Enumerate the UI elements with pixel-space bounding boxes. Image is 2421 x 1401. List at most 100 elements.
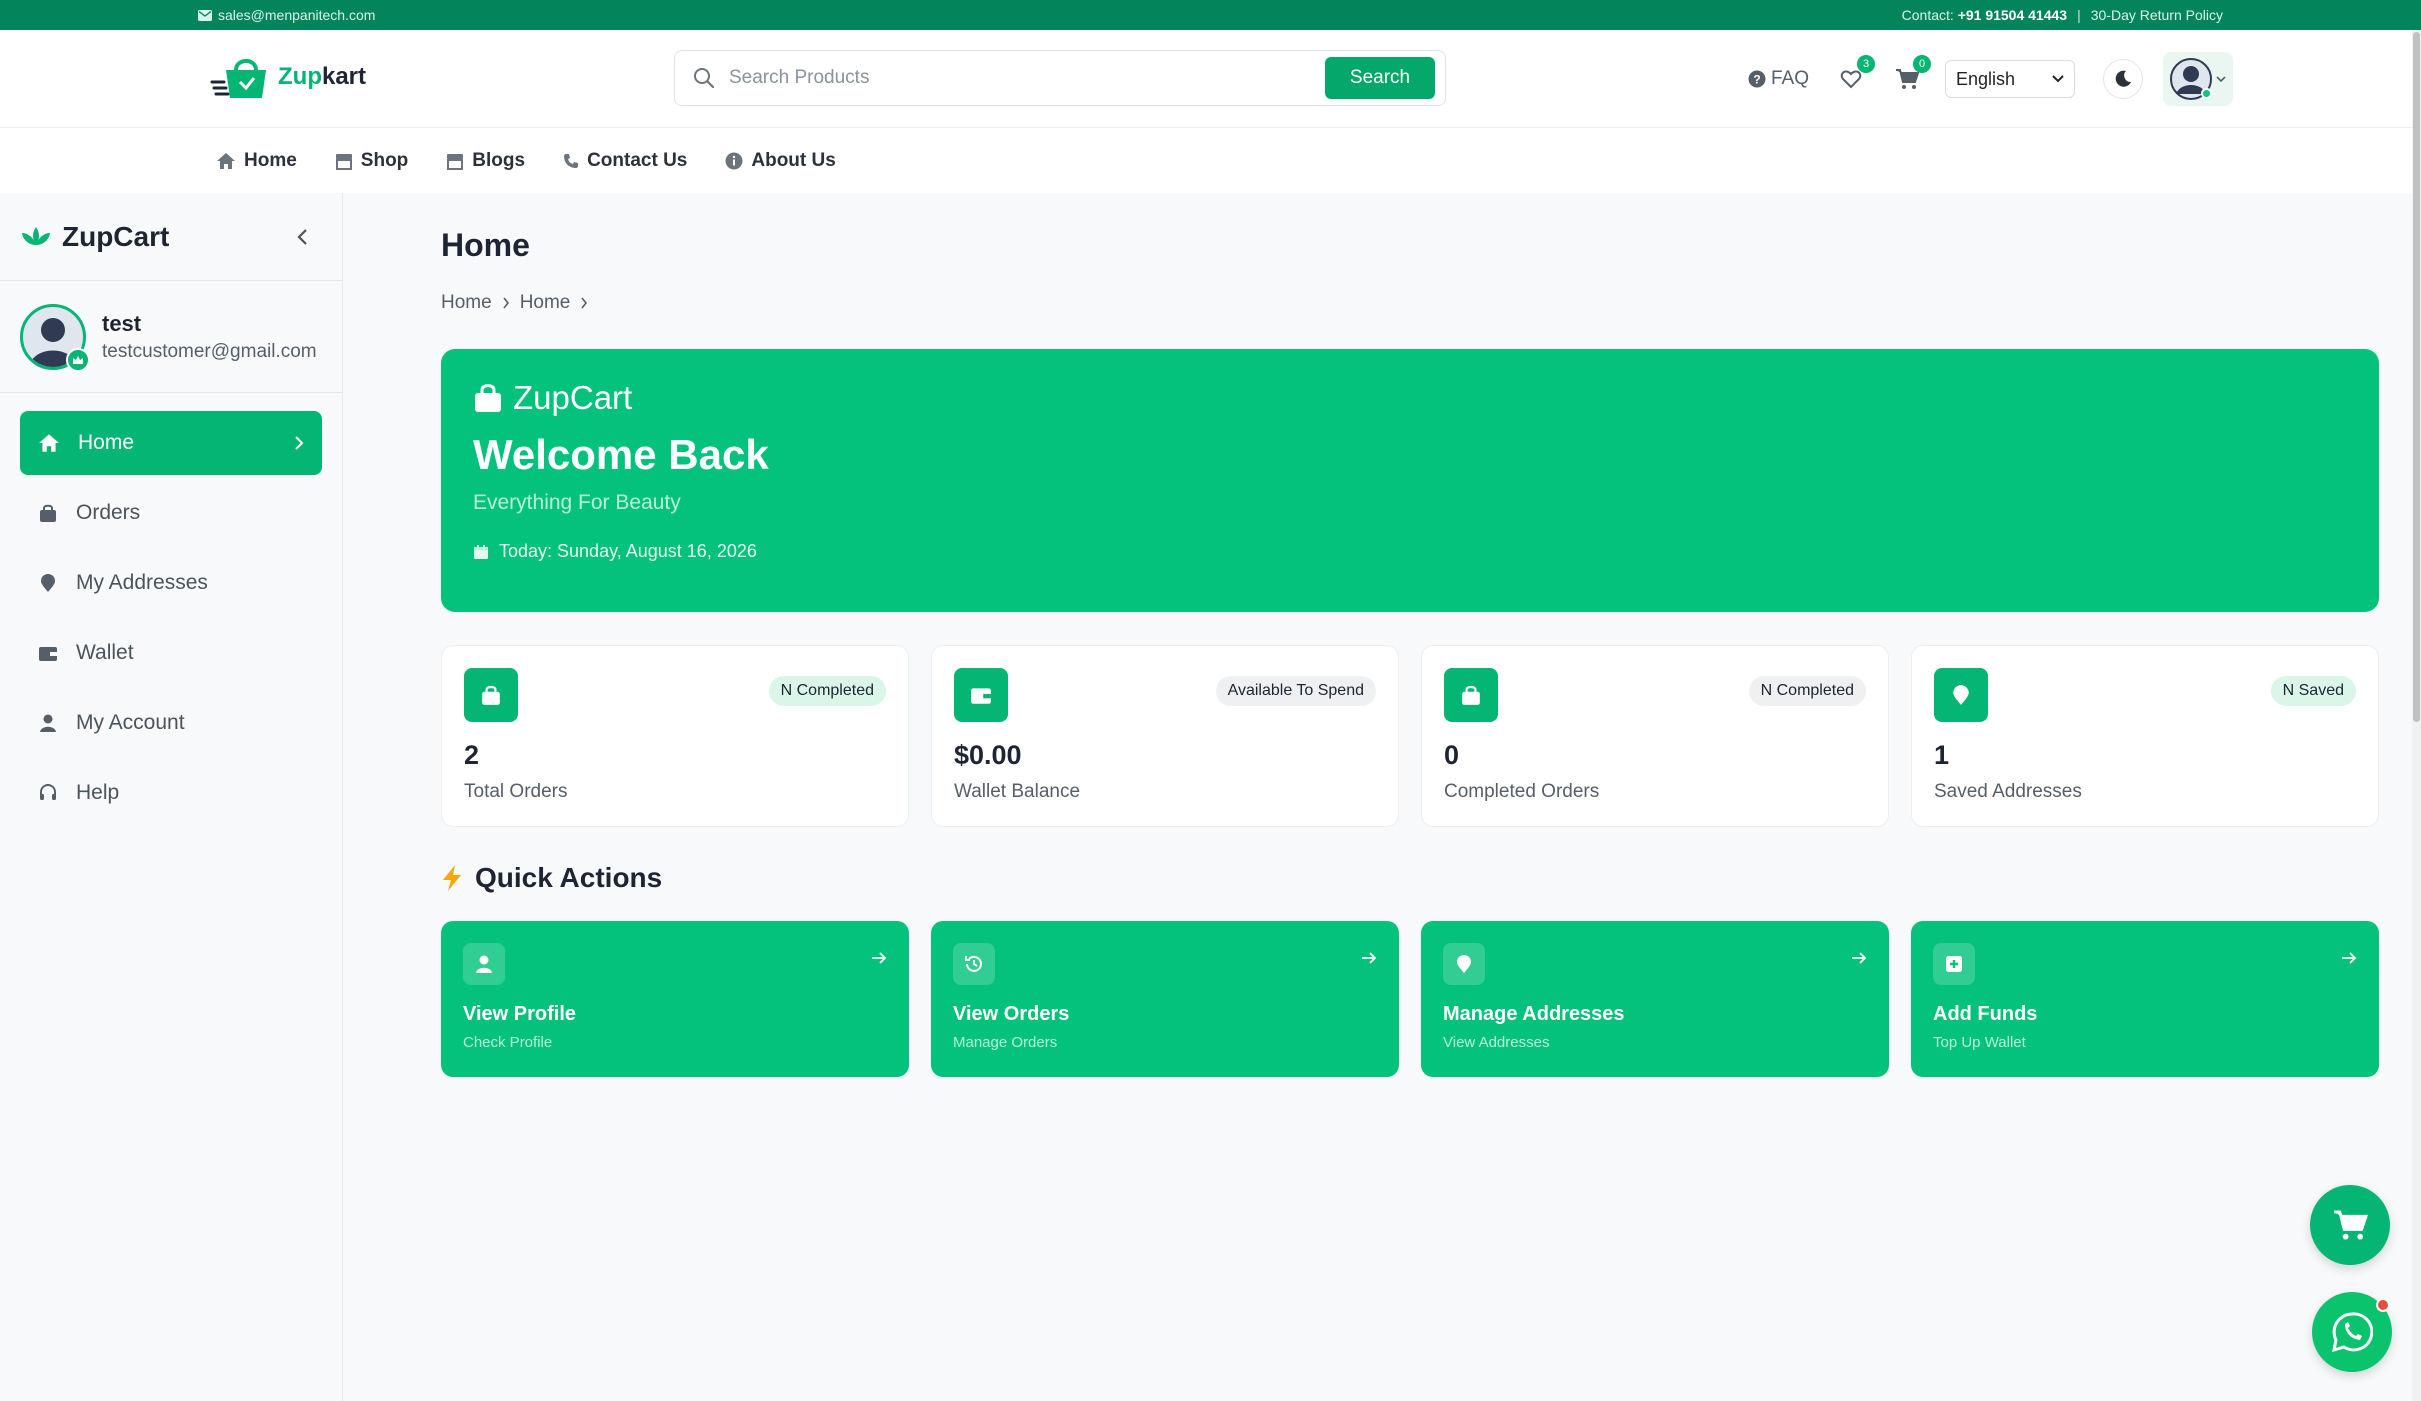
map-pin-icon (1443, 943, 1485, 985)
shopping-bag-logo-icon (210, 59, 266, 98)
topbar-separator: | (2077, 7, 2081, 23)
search-input[interactable] (729, 67, 1325, 89)
online-status-dot (2201, 88, 2213, 99)
nav-item-contact[interactable]: Contact Us (563, 150, 687, 172)
faq-link[interactable]: ? FAQ (1748, 68, 1809, 90)
welcome-banner: ZupCart Welcome Back Everything For Beau… (441, 349, 2379, 612)
sidebar-item-account[interactable]: My Account (20, 691, 322, 755)
topbar-email[interactable]: sales@menpanitech.com (198, 7, 375, 23)
status-badge: N Completed (768, 676, 886, 706)
banner-brand: ZupCart (473, 379, 2347, 417)
breadcrumb: Home Home (441, 292, 588, 314)
sidebar-brand: ZupCart (0, 193, 342, 281)
nav-item-shop[interactable]: Shop (335, 150, 408, 172)
sidebar-item-label: My Addresses (76, 571, 208, 594)
wallet-icon (954, 668, 1008, 722)
scrollbar-thumb[interactable] (2413, 32, 2420, 722)
blog-icon (447, 153, 464, 170)
sidebar-item-orders[interactable]: Orders (20, 481, 322, 545)
sidebar-item-help[interactable]: Help (20, 761, 322, 825)
cart-icon (1896, 69, 1920, 89)
question-circle-icon: ? (1748, 70, 1766, 88)
language-select[interactable]: English (1945, 60, 2076, 98)
user-email: testcustomer@gmail.com (102, 340, 317, 362)
info-icon (725, 152, 743, 169)
chevron-right-icon (503, 297, 509, 309)
breadcrumb-item[interactable]: Home (520, 292, 571, 314)
sidebar-item-label: Orders (76, 501, 141, 524)
user-name: test (102, 310, 142, 336)
chevron-down-icon (2052, 75, 2064, 83)
chevron-right-icon (581, 297, 588, 309)
language-value: English (1956, 68, 2016, 89)
page-scrollbar[interactable] (2412, 30, 2421, 1401)
breadcrumb-item[interactable]: Home (441, 292, 492, 314)
user-menu-button[interactable] (2163, 52, 2234, 106)
stat-card-saved-addresses[interactable]: N Saved 1 Saved Addresses (1911, 645, 2379, 827)
moon-icon (2115, 70, 2132, 87)
search-icon (694, 68, 715, 89)
sidebar-item-wallet[interactable]: Wallet (20, 621, 322, 685)
cart-icon (2334, 1210, 2368, 1240)
nav-item-about[interactable]: About Us (725, 150, 836, 172)
sidebar-menu: Home Orders My Addresses Wallet My Accou… (0, 393, 342, 849)
stat-value: $0.00 (954, 740, 1022, 770)
stat-card-total-orders[interactable]: N Completed 2 Total Orders (441, 645, 909, 827)
sidebar-item-label: Home (78, 431, 135, 454)
wishlist-count-badge: 3 (1857, 55, 1876, 73)
quick-action-subtitle: Manage Orders (953, 1034, 1058, 1051)
sidebar-item-addresses[interactable]: My Addresses (20, 551, 322, 615)
home-icon (39, 434, 59, 452)
theme-toggle-button[interactable] (2103, 59, 2144, 99)
chevron-right-icon (295, 436, 304, 450)
nav-item-home[interactable]: Home (216, 150, 297, 172)
topbar-return-policy[interactable]: 30-Day Return Policy (2091, 7, 2223, 23)
quick-action-view-orders[interactable]: View Orders Manage Orders (931, 921, 1399, 1077)
today-date: Today: Sunday, August 16, 2026 (473, 541, 2347, 562)
faq-label: FAQ (1771, 68, 1810, 89)
logo-text: Zupkart (278, 63, 367, 90)
calendar-icon (474, 544, 488, 559)
wallet-icon (39, 647, 57, 661)
nav-item-blogs[interactable]: Blogs (446, 150, 525, 172)
bag-icon (464, 668, 518, 722)
arrow-right-icon (1362, 952, 1377, 964)
quick-action-add-funds[interactable]: Add Funds Top Up Wallet (1911, 921, 2379, 1077)
site-logo[interactable]: Zupkart (210, 52, 366, 102)
cart-button[interactable]: 0 (1889, 55, 1932, 97)
stat-card-completed-orders[interactable]: N Completed 0 Completed Orders (1421, 645, 1889, 827)
chevron-left-icon[interactable] (296, 228, 308, 246)
whatsapp-icon (2332, 1312, 2373, 1353)
sidebar-brand-name: ZupCart (62, 220, 170, 252)
stat-label: Wallet Balance (954, 781, 1081, 802)
sidebar: ZupCart test testcustomer@gmail.com Home (0, 193, 343, 1401)
quick-action-title: Add Funds (1933, 1003, 2038, 1025)
store-icon (335, 153, 352, 170)
quick-action-subtitle: View Addresses (1443, 1034, 1550, 1051)
whatsapp-chat-button[interactable] (2312, 1292, 2392, 1372)
quick-action-view-profile[interactable]: View Profile Check Profile (441, 921, 909, 1077)
user-icon (463, 943, 505, 985)
quick-action-title: View Orders (953, 1003, 1070, 1025)
stat-label: Saved Addresses (1934, 781, 2082, 802)
history-icon (953, 943, 995, 985)
map-pin-icon (41, 574, 55, 592)
main-nav: Home Shop Blogs Contact Us About Us (0, 128, 2421, 193)
wishlist-button[interactable]: 3 (1833, 55, 1876, 97)
sidebar-user: test testcustomer@gmail.com (0, 281, 342, 393)
home-icon (217, 152, 235, 169)
floating-cart-button[interactable] (2310, 1185, 2390, 1265)
sidebar-item-label: My Account (76, 711, 185, 734)
sidebar-item-home[interactable]: Home (20, 411, 322, 475)
arrow-right-icon (2342, 952, 2357, 964)
search-button[interactable]: Search (1325, 57, 1435, 99)
stat-card-wallet-balance[interactable]: Available To Spend $0.00 Wallet Balance (931, 645, 1399, 827)
quick-actions: View Profile Check Profile View Orders M… (441, 921, 2379, 1077)
crown-badge-icon (66, 347, 90, 372)
quick-action-manage-addresses[interactable]: Manage Addresses View Addresses (1421, 921, 1889, 1077)
plus-square-icon (1933, 943, 1975, 985)
sidebar-item-label: Help (76, 781, 120, 804)
headset-icon (40, 784, 56, 800)
lotus-logo-icon (22, 226, 50, 245)
stat-value: 2 (464, 740, 480, 770)
